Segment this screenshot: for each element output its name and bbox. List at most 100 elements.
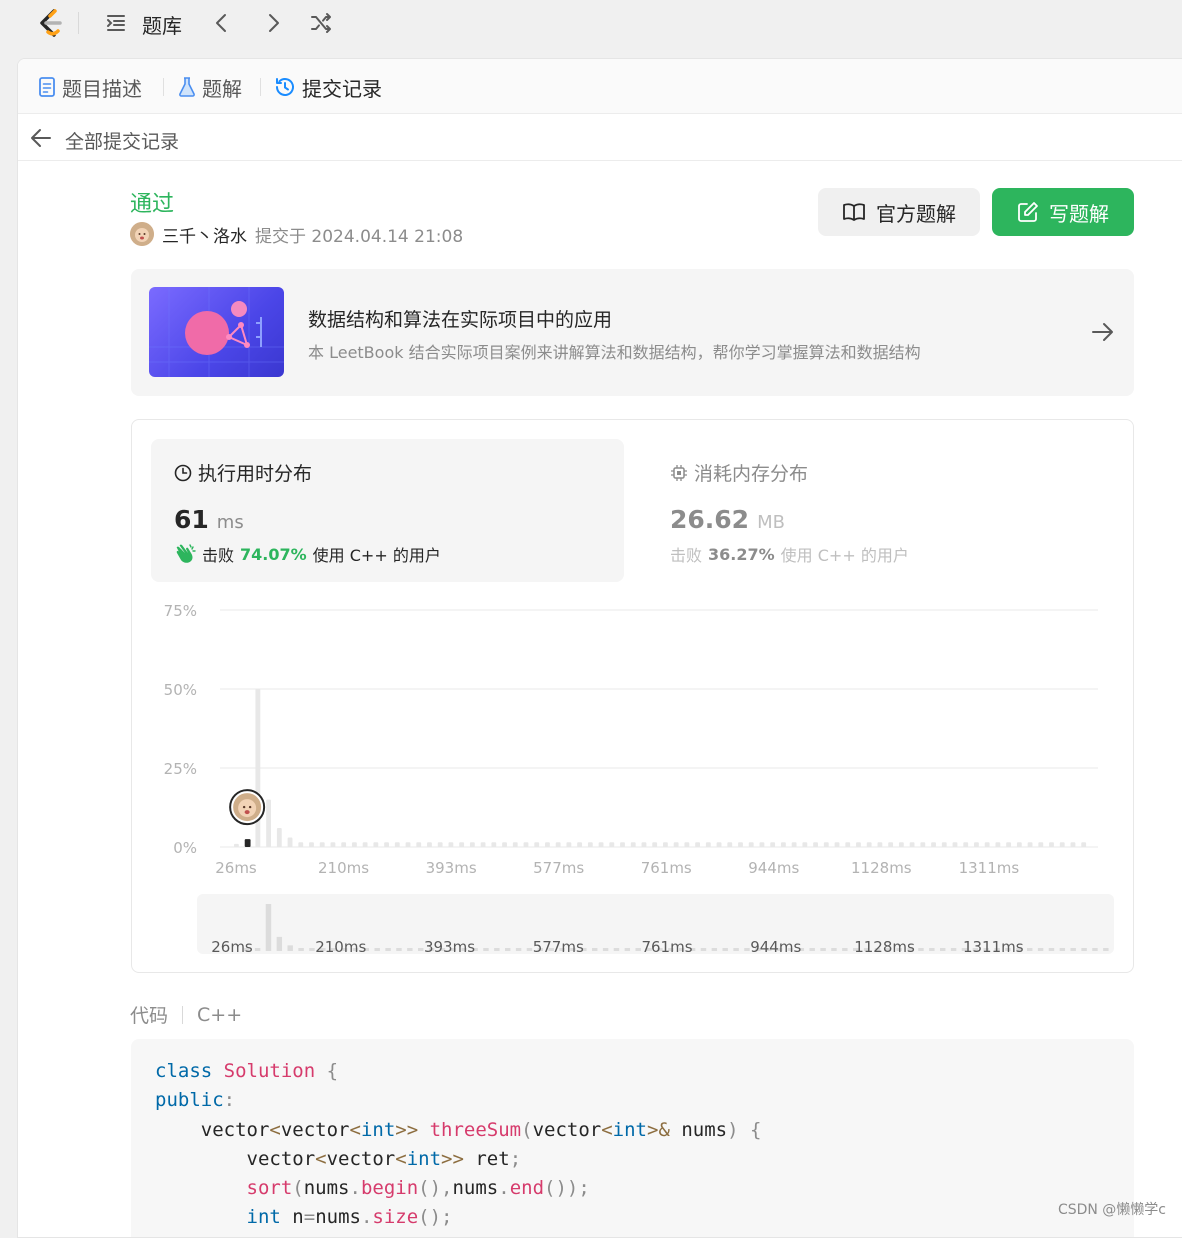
bar[interactable] xyxy=(277,828,282,847)
bar[interactable] xyxy=(470,842,475,847)
bar[interactable] xyxy=(566,842,571,847)
bar[interactable] xyxy=(438,842,443,847)
bar[interactable] xyxy=(781,842,786,847)
bar[interactable] xyxy=(942,842,947,847)
bar[interactable] xyxy=(502,842,507,847)
bar[interactable] xyxy=(652,842,657,847)
bar[interactable] xyxy=(888,842,893,847)
bar[interactable] xyxy=(802,842,807,847)
bar[interactable] xyxy=(513,842,518,847)
bar[interactable] xyxy=(1017,842,1022,847)
problem-bank-title[interactable]: 题库 xyxy=(142,10,182,39)
bar[interactable] xyxy=(266,800,271,847)
bar[interactable] xyxy=(534,842,539,847)
runtime-box[interactable]: 执行用时分布 61 ms 击败 74.07% 使用 C++ 的用户 xyxy=(151,439,624,582)
shuffle-icon[interactable] xyxy=(309,11,333,35)
bar[interactable] xyxy=(331,842,336,847)
avatar-marker[interactable] xyxy=(230,790,264,824)
bar[interactable] xyxy=(545,842,550,847)
bar[interactable] xyxy=(320,842,325,847)
bar[interactable] xyxy=(416,842,421,847)
avatar[interactable] xyxy=(130,222,154,246)
bar[interactable] xyxy=(556,842,561,847)
bar[interactable] xyxy=(298,842,303,847)
bar[interactable] xyxy=(717,842,722,847)
arrow-right-icon[interactable] xyxy=(1089,318,1117,346)
bar[interactable] xyxy=(813,842,818,847)
bar[interactable] xyxy=(963,842,968,847)
leetbook-promo-card[interactable]: 数据结构和算法在实际项目中的应用 本 LeetBook 结合实际项目案例来讲解算… xyxy=(131,269,1134,396)
bar[interactable] xyxy=(1028,842,1033,847)
bar[interactable] xyxy=(684,842,689,847)
bar[interactable] xyxy=(985,842,990,847)
bar[interactable] xyxy=(920,842,925,847)
bar[interactable] xyxy=(459,842,464,847)
bar[interactable] xyxy=(481,842,486,847)
bar[interactable] xyxy=(760,842,765,847)
bar[interactable] xyxy=(384,842,389,847)
write-solution-button[interactable]: 写题解 xyxy=(992,188,1134,236)
bar[interactable] xyxy=(770,842,775,847)
bar[interactable] xyxy=(609,842,614,847)
bar[interactable] xyxy=(867,842,872,847)
official-solution-button[interactable]: 官方题解 xyxy=(818,188,980,236)
bar[interactable] xyxy=(341,842,346,847)
memory-box[interactable]: 消耗内存分布 26.62 MB 击败 36.27% 使用 C++ 的用户 xyxy=(647,439,1120,582)
bar[interactable] xyxy=(1049,842,1054,847)
bar[interactable] xyxy=(663,842,668,847)
bar[interactable] xyxy=(620,842,625,847)
bar[interactable] xyxy=(856,842,861,847)
bar[interactable] xyxy=(427,842,432,847)
bar[interactable] xyxy=(1081,842,1086,847)
bar[interactable] xyxy=(878,842,883,847)
bar[interactable] xyxy=(1006,842,1011,847)
bar[interactable] xyxy=(824,842,829,847)
bar[interactable] xyxy=(631,842,636,847)
bar[interactable] xyxy=(953,842,958,847)
bar[interactable] xyxy=(931,842,936,847)
bar[interactable] xyxy=(910,842,915,847)
bar[interactable] xyxy=(695,842,700,847)
bar[interactable] xyxy=(674,842,679,847)
bar[interactable] xyxy=(599,842,604,847)
bar[interactable] xyxy=(524,842,529,847)
bar[interactable] xyxy=(749,842,754,847)
bar[interactable] xyxy=(577,842,582,847)
bar[interactable] xyxy=(835,842,840,847)
bar[interactable] xyxy=(309,842,314,847)
bar-current-submission[interactable] xyxy=(245,839,251,847)
bar[interactable] xyxy=(406,842,411,847)
bar[interactable] xyxy=(288,838,293,847)
bar[interactable] xyxy=(1060,842,1065,847)
bar[interactable] xyxy=(727,842,732,847)
bar[interactable] xyxy=(491,842,496,847)
user-name[interactable]: 三千丶洛水 xyxy=(162,222,247,247)
bar[interactable] xyxy=(899,842,904,847)
leetcode-logo-icon[interactable] xyxy=(33,6,67,40)
bar[interactable] xyxy=(363,842,368,847)
bar[interactable] xyxy=(974,842,979,847)
bar[interactable] xyxy=(792,842,797,847)
bar[interactable] xyxy=(352,842,357,847)
bar[interactable] xyxy=(642,842,647,847)
bar[interactable] xyxy=(449,842,454,847)
bar[interactable] xyxy=(588,842,593,847)
bar[interactable] xyxy=(234,844,239,847)
arrow-left-icon[interactable] xyxy=(30,128,52,148)
list-icon[interactable] xyxy=(104,11,128,35)
code-block[interactable]: class Solution { public: vector<vector<i… xyxy=(131,1039,1134,1238)
chart-range-navigator[interactable]: 26ms210ms393ms577ms761ms944ms1128ms1311m… xyxy=(197,894,1114,954)
tab-submissions[interactable]: 提交记录 xyxy=(274,73,382,101)
chevron-left-icon[interactable] xyxy=(210,11,234,35)
bar[interactable] xyxy=(738,842,743,847)
tab-description[interactable]: 题目描述 xyxy=(38,73,142,101)
bar[interactable] xyxy=(1038,842,1043,847)
runtime-distribution-chart[interactable]: 75%50%25%0%26ms210ms393ms577ms761ms944ms… xyxy=(132,590,1135,890)
tab-solutions[interactable]: 题解 xyxy=(178,73,242,101)
bar[interactable] xyxy=(845,842,850,847)
bar[interactable] xyxy=(995,842,1000,847)
bar[interactable] xyxy=(255,689,260,847)
chevron-right-icon[interactable] xyxy=(261,11,285,35)
bar[interactable] xyxy=(373,842,378,847)
bar[interactable] xyxy=(706,842,711,847)
